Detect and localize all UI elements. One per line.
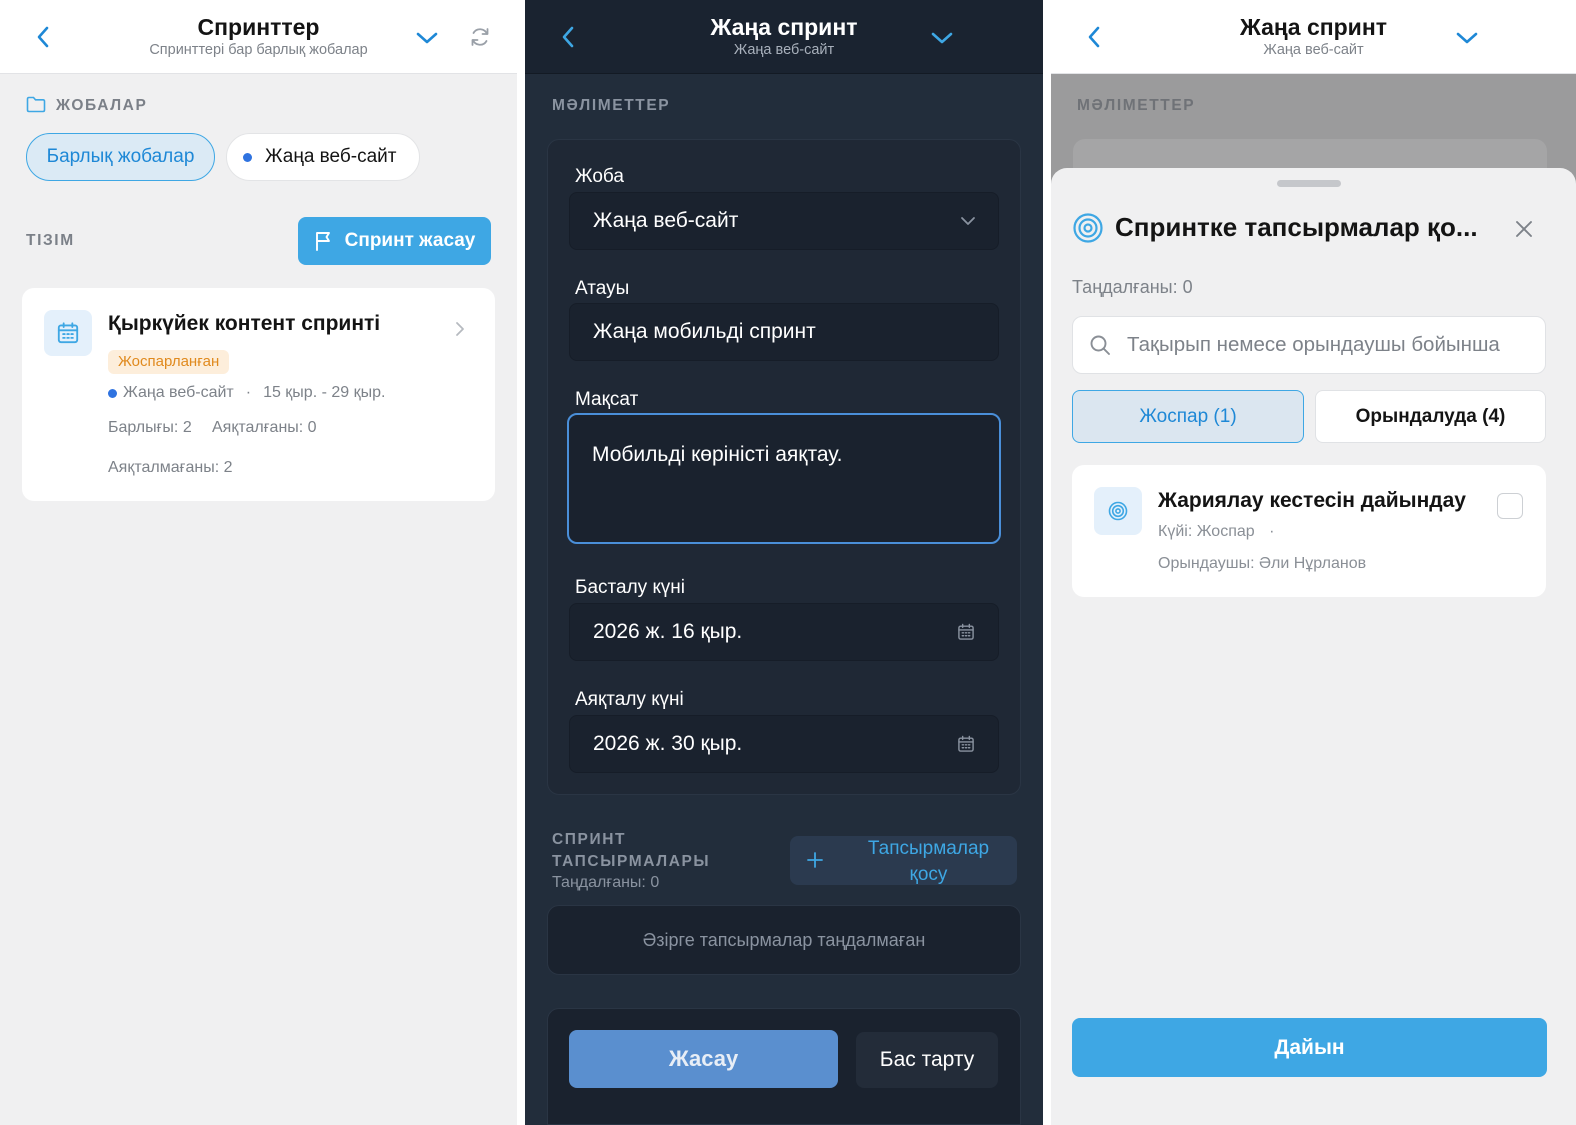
end-date-value: 2026 ж. 30 қыр. xyxy=(593,732,743,755)
calendar-icon xyxy=(57,322,79,344)
tasks-selected-count: Таңдалғаны: 0 xyxy=(552,874,660,891)
create-sprint-button[interactable]: Спринт жасау xyxy=(298,217,491,265)
new-sprint-screen: Жаңа спринт Жаңа веб-сайт МӘЛІМЕТТЕР Жоб… xyxy=(525,0,1043,1125)
add-tasks-sheet: Спринтке тапсырмалар қо... Таңдалғаны: 0… xyxy=(1051,168,1576,1125)
chevron-right-icon xyxy=(454,320,466,343)
folder-icon xyxy=(26,96,46,118)
chip-all-projects[interactable]: Барлық жобалар xyxy=(26,133,215,181)
status-badge: Жоспарланған xyxy=(108,350,230,374)
task-item[interactable]: Жариялау кестесін дайындау Күйі: Жоспар … xyxy=(1072,465,1546,597)
sprint-dates: 15 қыр. - 29 қыр. xyxy=(263,384,386,401)
projects-section-label: ЖОБАЛАР xyxy=(56,97,148,114)
add-tasks-label-line1: Тапсырмалар xyxy=(867,838,990,859)
task-title: Жариялау кестесін дайындау xyxy=(1158,489,1466,512)
create-button[interactable]: Жасау xyxy=(569,1030,838,1088)
sprints-header: Спринттер Спринттері бар барлық жобалар xyxy=(0,0,517,74)
close-icon xyxy=(1516,221,1532,237)
goal-textarea-value: Мобильді көріністі аяқтау. xyxy=(592,443,843,466)
calendar-icon xyxy=(956,622,976,642)
list-section-label: ТІЗІМ xyxy=(26,232,75,249)
tasks-empty-state: Әзірге тапсырмалар таңдалмаған xyxy=(547,905,1021,975)
start-date-picker[interactable]: 2026 ж. 16 қыр. xyxy=(569,603,999,661)
selected-count: Таңдалғаны: 0 xyxy=(1072,277,1193,297)
chevron-down-icon xyxy=(416,32,438,44)
filter-dropdown-button[interactable] xyxy=(412,24,442,52)
sprints-screen: Спринттер Спринттері бар барлық жобалар … xyxy=(0,0,517,1125)
new-sprint-header: Жаңа спринт Жаңа веб-сайт xyxy=(525,0,1043,74)
task-checkbox[interactable] xyxy=(1497,493,1523,519)
project-label: Жоба xyxy=(575,166,624,187)
task-picker-screen: Жаңа спринт Жаңа веб-сайт МӘЛІМЕТТЕР Спр… xyxy=(1051,0,1576,1125)
goal-label: Мақсат xyxy=(575,389,639,410)
start-date-label: Басталу күні xyxy=(575,577,685,598)
calendar-icon xyxy=(956,734,976,754)
project-select-value: Жаңа веб-сайт xyxy=(593,209,739,232)
sprint-tasks-label: СПРИНТ ТАПСЫРМАЛАРЫ xyxy=(552,829,710,873)
chevron-down-icon xyxy=(1456,32,1478,44)
task-status-line: Күйі: Жоспар · xyxy=(1158,523,1274,541)
details-section-label: МӘЛІМЕТТЕР xyxy=(1077,97,1196,114)
not-done-count: Аяқталмағаны: 2 xyxy=(108,459,233,476)
sprint-meta: Жаңа веб-сайт · 15 қыр. - 29 қыр. xyxy=(108,384,385,402)
tab-in-progress[interactable]: Орындалуда (4) xyxy=(1315,390,1546,443)
separator: · xyxy=(1269,523,1275,540)
task-status: Күйі: Жоспар xyxy=(1158,523,1255,540)
dropdown-button[interactable] xyxy=(927,24,957,52)
chip-project-new-website[interactable]: Жаңа веб-сайт xyxy=(226,133,420,181)
sprint-tasks-label-line1: СПРИНТ xyxy=(552,831,627,848)
end-date-label: Аяқталу күні xyxy=(575,689,684,710)
page-title: Жаңа спринт xyxy=(1240,14,1387,40)
separator: · xyxy=(245,384,252,401)
tasks-empty-text: Әзірге тапсырмалар таңдалмаған xyxy=(642,929,926,950)
sprint-tasks-label-line2: ТАПСЫРМАЛАРЫ xyxy=(552,853,711,870)
start-date-value: 2026 ж. 16 қыр. xyxy=(593,620,743,643)
chip-label: Жаңа веб-сайт xyxy=(265,146,397,167)
sprint-project: Жаңа веб-сайт xyxy=(123,384,234,401)
sheet-drag-handle[interactable] xyxy=(1277,180,1341,187)
project-dot xyxy=(243,152,252,162)
sprint-title: Қыркүйек контент спринті xyxy=(108,312,381,335)
search-input[interactable]: Тақырып немесе орындаушы бойынша xyxy=(1072,316,1546,374)
goal-textarea[interactable]: Мобильді көріністі аяқтау. xyxy=(567,413,1001,544)
search-placeholder: Тақырып немесе орындаушы бойынша xyxy=(1127,333,1500,356)
add-tasks-label: Тапсырмалар қосу xyxy=(840,836,1017,888)
plus-icon xyxy=(807,852,823,868)
page-title: Жаңа спринт xyxy=(710,14,858,40)
cancel-button[interactable]: Бас тарту xyxy=(856,1032,998,1088)
tab-plan[interactable]: Жоспар (1) xyxy=(1072,390,1304,443)
name-input-value: Жаңа мобильді спринт xyxy=(593,320,816,343)
chevron-down-icon xyxy=(960,216,976,226)
target-icon xyxy=(1072,212,1104,249)
refresh-button[interactable] xyxy=(466,23,494,51)
task-icon xyxy=(1094,487,1142,535)
dropdown-button[interactable] xyxy=(1452,24,1482,52)
search-icon xyxy=(1090,335,1110,355)
project-select[interactable]: Жаңа веб-сайт xyxy=(569,192,999,250)
chevron-down-icon xyxy=(931,32,953,44)
name-label: Атауы xyxy=(575,278,630,299)
project-dot xyxy=(108,388,117,398)
page-subtitle: Жаңа веб-сайт xyxy=(1263,42,1364,58)
flag-icon xyxy=(315,232,330,251)
done-count: Аяқталғаны: 0 xyxy=(212,419,317,436)
sprint-card-icon xyxy=(44,310,92,356)
sprint-card[interactable]: Қыркүйек контент спринті Жоспарланған Жа… xyxy=(22,288,495,501)
details-section-label: МӘЛІМЕТТЕР xyxy=(552,97,671,114)
refresh-icon xyxy=(471,28,489,46)
task-assignee: Орындаушы: Әли Нұрланов xyxy=(1158,555,1367,572)
target-icon xyxy=(1108,501,1128,521)
new-sprint-header: Жаңа спринт Жаңа веб-сайт xyxy=(1051,0,1576,74)
page-subtitle: Жаңа веб-сайт xyxy=(733,42,835,58)
sheet-title: Спринтке тапсырмалар қо... xyxy=(1115,212,1478,242)
actions-bar: Жасау Бас тарту xyxy=(547,1008,1021,1125)
done-button[interactable]: Дайын xyxy=(1072,1018,1547,1077)
total-count: Барлығы: 2 xyxy=(108,419,192,436)
end-date-picker[interactable]: 2026 ж. 30 қыр. xyxy=(569,715,999,773)
close-button[interactable] xyxy=(1511,216,1537,242)
name-input[interactable]: Жаңа мобильді спринт xyxy=(569,303,999,361)
add-tasks-label-line2: қосу xyxy=(909,864,948,885)
add-tasks-button[interactable]: Тапсырмалар қосу xyxy=(790,836,1017,885)
